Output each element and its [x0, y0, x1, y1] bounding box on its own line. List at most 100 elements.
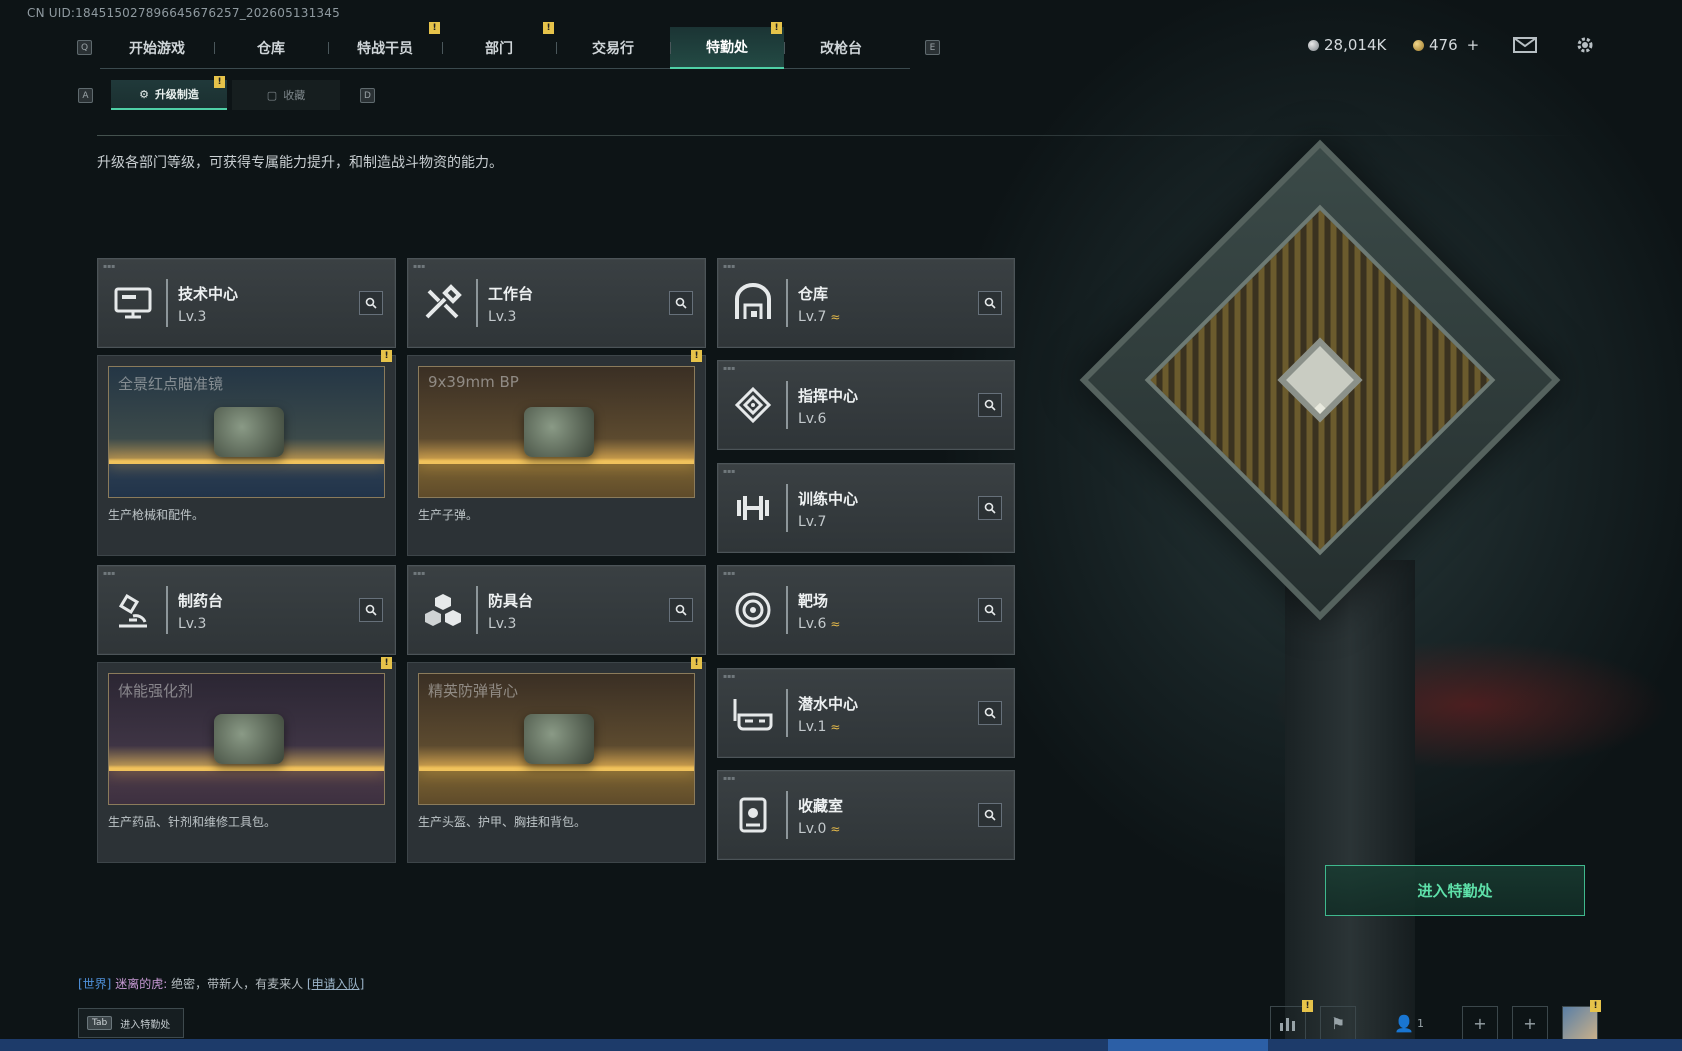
collect-icon: ▢	[266, 88, 278, 102]
product-panel[interactable]: 体能强化剂! 生产药品、针剂和维修工具包。	[97, 657, 396, 863]
card-corner-mark: ▪▪▪	[103, 263, 116, 270]
search-icon[interactable]	[359, 598, 383, 622]
department-level: Lv.3	[488, 616, 516, 632]
department-card[interactable]: ▪▪▪ 指挥中心 Lv.6	[717, 360, 1015, 451]
add-gold-button[interactable]: +	[1467, 36, 1480, 54]
tab-label: 交易行	[592, 41, 634, 57]
department-name: 工作台	[488, 285, 534, 303]
enter-special-ops-button[interactable]: 进入特勤处	[1325, 865, 1585, 916]
department-level: Lv.1 ≈	[798, 719, 840, 735]
tab-5[interactable]: 特勤处!	[670, 22, 784, 69]
chat-sender[interactable]: 迷离的虎:	[115, 977, 167, 991]
product-image	[214, 714, 284, 764]
search-icon[interactable]	[669, 598, 693, 622]
mail-icon[interactable]	[1512, 34, 1538, 56]
product-badge: !	[691, 350, 702, 362]
add-teammate-button-2[interactable]: +	[1512, 1006, 1548, 1040]
world-chat-line: [世界] 迷离的虎: 绝密，带新人，有麦来人 [申请入队]	[78, 975, 364, 992]
add-teammate-button-1[interactable]: +	[1462, 1006, 1498, 1040]
subtab-collect-label: 收藏	[283, 89, 306, 102]
tab-label: 特战干员	[357, 41, 413, 57]
product-image	[524, 714, 594, 764]
search-icon[interactable]	[978, 700, 1002, 725]
department-card[interactable]: ▪▪▪ 靶场 Lv.6 ≈	[717, 565, 1015, 656]
tools-icon	[420, 280, 466, 326]
level-text: Lv.6	[798, 616, 827, 633]
product-thumbnail[interactable]: 全景红点瞄准镜	[108, 366, 385, 498]
department-card[interactable]: ▪▪▪ 潜水中心 Lv.1 ≈	[717, 667, 1015, 758]
level-text: Lv.3	[488, 309, 517, 325]
product-panel[interactable]: 全景红点瞄准镜! 生产枪械和配件。	[97, 350, 396, 556]
header-divider	[97, 135, 1587, 136]
silver-currency: 28,014K	[1308, 36, 1386, 54]
level-text: Lv.3	[488, 616, 517, 632]
search-icon[interactable]	[978, 598, 1002, 623]
department-card[interactable]: ▪▪▪ 仓库 Lv.7 ≈	[717, 258, 1015, 348]
product-panel[interactable]: 9x39mm BP! 生产子弹。	[407, 350, 706, 556]
silver-amount: 28,014K	[1324, 36, 1387, 54]
level-text: Lv.1	[798, 718, 827, 735]
subtab-upgrade[interactable]: ⚙ 升级制造	[111, 80, 227, 110]
search-icon[interactable]	[359, 291, 383, 315]
card-separator	[166, 279, 168, 327]
card-separator	[166, 586, 168, 634]
tab-4[interactable]: 交易行	[556, 27, 670, 69]
subtab-next-key[interactable]: D	[360, 88, 375, 103]
upgrade-available-icon: ≈	[830, 719, 841, 734]
stats-chart-icon[interactable]	[1270, 1006, 1306, 1040]
tab-label: 部门	[485, 41, 513, 57]
search-icon[interactable]	[978, 495, 1002, 520]
product-badge: !	[691, 657, 702, 669]
card-corner-mark: ▪▪▪	[723, 672, 736, 680]
tab-2[interactable]: 特战干员!	[328, 22, 442, 69]
product-thumbnail[interactable]: 9x39mm BP	[418, 366, 695, 498]
friends-count: 1	[1416, 1016, 1424, 1030]
nav-next-key[interactable]: E	[925, 40, 940, 55]
tab-hint-label: 进入特勤处	[120, 1019, 171, 1031]
product-badge: !	[381, 657, 392, 669]
tab-badge: !	[771, 22, 782, 34]
search-icon[interactable]	[978, 803, 1002, 827]
diving-mask-icon	[730, 690, 776, 736]
card-corner-mark: ▪▪▪	[413, 570, 426, 577]
tab-6[interactable]: 改枪台	[784, 27, 898, 69]
warehouse-icon	[730, 280, 776, 326]
product-description: 生产头盔、护甲、胸挂和背包。	[418, 815, 587, 829]
department-card[interactable]: ▪▪▪ 收藏室 Lv.0 ≈	[717, 770, 1015, 860]
subtab-prev-key[interactable]: A	[78, 88, 93, 103]
chat-join-team-link[interactable]: [申请入队]	[307, 977, 364, 991]
product-description: 生产枪械和配件。	[108, 508, 205, 522]
target-icon	[730, 587, 776, 633]
product-panel[interactable]: 精英防弹背心! 生产头盔、护甲、胸挂和背包。	[407, 657, 706, 863]
flag-icon[interactable]: ⚑	[1320, 1006, 1356, 1040]
tab-badge: !	[543, 22, 554, 34]
nav-prev-key[interactable]: Q	[77, 40, 92, 55]
friends-icon[interactable]: 👤 1	[1385, 1006, 1433, 1040]
search-icon[interactable]	[978, 291, 1002, 315]
department-card[interactable]: ▪▪▪ 技术中心 Lv.3	[97, 258, 396, 348]
department-card[interactable]: ▪▪▪ 防具台 Lv.3	[407, 565, 706, 655]
product-glow-line	[419, 461, 694, 464]
department-card[interactable]: ▪▪▪ 工作台 Lv.3	[407, 258, 706, 348]
subtab-upgrade-label: 升级制造	[154, 88, 199, 101]
product-thumbnail[interactable]: 精英防弹背心	[418, 673, 695, 805]
search-icon[interactable]	[978, 393, 1002, 418]
tab-3[interactable]: 部门!	[442, 22, 556, 69]
subtab-collect[interactable]: ▢ 收藏	[232, 80, 340, 110]
tab-label: 仓库	[257, 41, 285, 57]
department-name: 制药台	[178, 592, 224, 610]
tab-1[interactable]: 仓库	[214, 27, 328, 69]
product-thumbnail[interactable]: 体能强化剂	[108, 673, 385, 805]
card-separator	[476, 279, 478, 327]
search-icon[interactable]	[669, 291, 693, 315]
command-icon	[730, 382, 776, 428]
avatar-badge: !	[1590, 1000, 1601, 1012]
department-card[interactable]: ▪▪▪ 制药台 Lv.3	[97, 565, 396, 655]
settings-gear-icon[interactable]	[1572, 34, 1598, 56]
product-glow-line	[109, 461, 384, 464]
department-name: 训练中心	[798, 489, 859, 508]
card-corner-mark: ▪▪▪	[723, 365, 736, 373]
tab-0[interactable]: 开始游戏	[100, 27, 214, 69]
department-card[interactable]: ▪▪▪ 训练中心 Lv.7	[717, 462, 1015, 553]
tab-hint[interactable]: Tab 进入特勤处	[78, 1008, 184, 1038]
